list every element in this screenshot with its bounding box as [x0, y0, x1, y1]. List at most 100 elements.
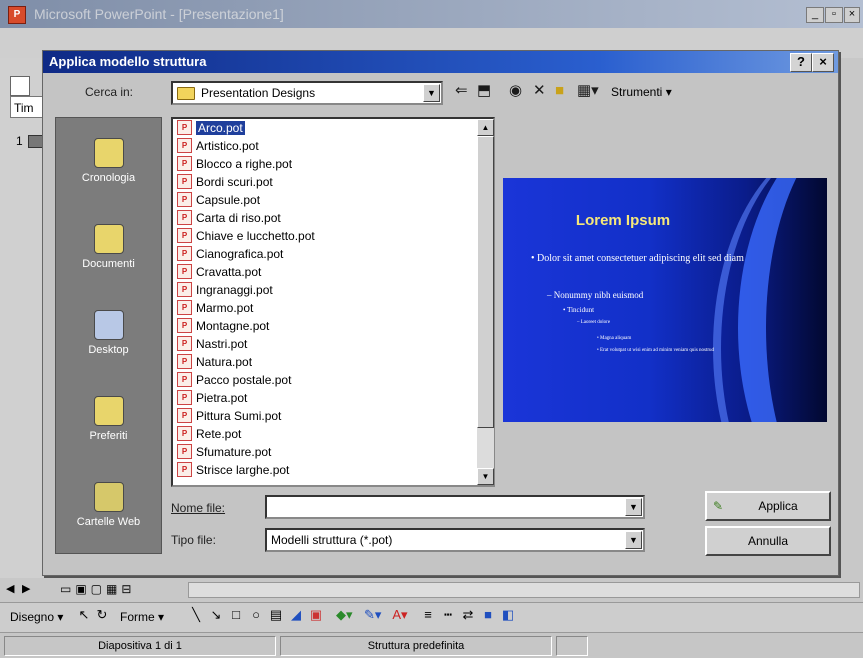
- select-arrow-icon[interactable]: ↖: [76, 607, 92, 623]
- list-item[interactable]: P Natura.pot: [177, 353, 252, 371]
- dialog-title: Applica modello struttura: [49, 54, 207, 69]
- place-documents[interactable]: Documenti: [56, 224, 161, 270]
- app-close-icon[interactable]: ×: [844, 7, 860, 23]
- places-bar: Cronologia Documenti Desktop Preferiti C…: [55, 117, 162, 554]
- line-color-icon[interactable]: ✎▾: [364, 607, 381, 623]
- filename-input[interactable]: ▼: [265, 495, 645, 519]
- scroll-down-icon[interactable]: ▼: [477, 468, 494, 485]
- web-folders-icon: [93, 482, 124, 512]
- chevron-down-icon[interactable]: ▼: [423, 84, 440, 102]
- design-name: Struttura predefinita: [280, 636, 552, 656]
- drawing-toolbar: Disegno ▾ ↖ ↻ Forme ▾ ╲ ↘ □ ○ ▤ ◢ ▣ ◆▾ ✎…: [0, 602, 863, 633]
- tools-menu[interactable]: Strumenti ▾: [611, 85, 672, 99]
- list-item[interactable]: P Ingranaggi.pot: [177, 281, 273, 299]
- list-item[interactable]: P Strisce larghe.pot: [177, 461, 289, 479]
- file-list[interactable]: P Arco.pot P Artistico.pot P Blocco a righe…: [171, 117, 495, 487]
- list-item[interactable]: P Chiave e lucchetto.pot: [177, 227, 315, 245]
- arrow-style-icon[interactable]: ⇄: [460, 607, 476, 623]
- list-item[interactable]: P Cianografica.pot: [177, 245, 283, 263]
- fill-color-icon[interactable]: ◆▾: [336, 607, 353, 623]
- new-folder-icon[interactable]: ■: [555, 81, 564, 101]
- clipart-icon[interactable]: ▣: [308, 607, 324, 623]
- file-list-scrollbar[interactable]: ▲ ▼: [477, 119, 494, 485]
- list-item[interactable]: P Rete.pot: [177, 425, 241, 443]
- pot-file-icon: P: [177, 246, 192, 262]
- oval-icon[interactable]: ○: [248, 607, 264, 623]
- place-history[interactable]: Cronologia: [56, 138, 161, 184]
- pot-file-icon: P: [177, 462, 192, 478]
- status-bar: Diapositiva 1 di 1 Struttura predefinita: [0, 632, 863, 658]
- list-item[interactable]: P Artistico.pot: [177, 137, 259, 155]
- new-doc-icon[interactable]: [10, 76, 30, 96]
- list-item[interactable]: P Pietra.pot: [177, 389, 247, 407]
- status-cell: [556, 636, 588, 656]
- restore-icon[interactable]: ▫: [825, 7, 843, 23]
- place-label: Cartelle Web: [76, 516, 141, 528]
- app-title-bar: P Microsoft PowerPoint - [Presentazione1…: [0, 0, 863, 28]
- dialog-close-button[interactable]: ×: [812, 53, 834, 72]
- delete-icon[interactable]: ✕: [533, 81, 546, 101]
- back-arrow-icon[interactable]: ⇐: [455, 81, 468, 101]
- pot-file-icon: P: [177, 354, 192, 370]
- view-buttons-icon[interactable]: ▭▣▢▦⊟: [60, 582, 135, 596]
- pot-file-icon: P: [177, 408, 192, 424]
- list-item[interactable]: P Pittura Sumi.pot: [177, 407, 281, 425]
- up-folder-icon[interactable]: ⬒: [477, 81, 491, 101]
- scroll-up-icon[interactable]: ▲: [477, 119, 494, 136]
- place-web-folders[interactable]: Cartelle Web: [56, 482, 161, 528]
- slide-counter: Diapositiva 1 di 1: [4, 636, 276, 656]
- filetype-select[interactable]: Modelli struttura (*.pot) ▼: [265, 528, 645, 552]
- wordart-icon[interactable]: ◢: [288, 607, 304, 623]
- pot-file-icon: P: [177, 318, 192, 334]
- place-label: Preferiti: [89, 430, 128, 442]
- list-item[interactable]: P Arco.pot: [177, 119, 245, 137]
- font-color-icon[interactable]: A▾: [392, 607, 408, 623]
- rectangle-icon[interactable]: □: [228, 607, 244, 623]
- look-in-label: Cerca in:: [85, 85, 134, 99]
- list-item[interactable]: P Blocco a righe.pot: [177, 155, 292, 173]
- look-in-select[interactable]: Presentation Designs ▼: [171, 81, 443, 105]
- documents-folder-icon: [93, 224, 124, 254]
- filetype-label: Tipo file:: [171, 533, 216, 547]
- pot-file-icon: P: [177, 336, 192, 352]
- preview-bullet: – Laoreet dolore: [577, 320, 611, 325]
- search-web-icon[interactable]: ◉: [509, 81, 522, 101]
- views-icon[interactable]: ▦▾: [577, 81, 599, 101]
- help-button[interactable]: ?: [790, 53, 812, 72]
- preview-bullet: – Nonummy nibh euismod: [547, 290, 644, 300]
- place-favorites[interactable]: Preferiti: [56, 396, 161, 442]
- cancel-button[interactable]: Annulla: [705, 526, 831, 556]
- 3d-icon[interactable]: ◧: [500, 607, 516, 623]
- arrow-icon[interactable]: ↘: [208, 607, 224, 623]
- list-item[interactable]: P Cravatta.pot: [177, 263, 261, 281]
- powerpoint-icon: P: [8, 6, 26, 24]
- rotate-icon[interactable]: ↻: [94, 607, 110, 623]
- shadow-icon[interactable]: ■: [480, 607, 496, 623]
- scroll-thumb[interactable]: [477, 136, 494, 428]
- scroll-right-icon[interactable]: ▶: [22, 582, 30, 595]
- dash-style-icon[interactable]: ┅: [440, 607, 456, 623]
- minimize-icon[interactable]: _: [806, 7, 824, 23]
- chevron-down-icon[interactable]: ▼: [625, 498, 642, 516]
- list-item[interactable]: P Pacco postale.pot: [177, 371, 291, 389]
- place-label: Documenti: [82, 258, 135, 270]
- place-desktop[interactable]: Desktop: [56, 310, 161, 356]
- apply-button[interactable]: ✎ Applica: [705, 491, 831, 521]
- preview-bullet: • Erat volutpat ut wisi enim ad minim ve…: [597, 348, 715, 353]
- list-item[interactable]: P Bordi scuri.pot: [177, 173, 273, 191]
- textbox-icon[interactable]: ▤: [268, 607, 284, 623]
- line-style-icon[interactable]: ≡: [420, 607, 436, 623]
- list-item[interactable]: P Carta di riso.pot: [177, 209, 281, 227]
- scroll-left-icon[interactable]: ◀: [6, 582, 14, 595]
- horizontal-scrollbar[interactable]: [188, 582, 860, 598]
- chevron-down-icon[interactable]: ▼: [625, 531, 642, 549]
- list-item[interactable]: P Sfumature.pot: [177, 443, 271, 461]
- apply-label: Applica: [758, 499, 798, 513]
- draw-menu[interactable]: Disegno ▾: [10, 610, 63, 624]
- shapes-menu[interactable]: Forme ▾: [120, 610, 164, 624]
- list-item[interactable]: P Marmo.pot: [177, 299, 253, 317]
- line-icon[interactable]: ╲: [188, 607, 204, 623]
- list-item[interactable]: P Nastri.pot: [177, 335, 247, 353]
- list-item[interactable]: P Capsule.pot: [177, 191, 260, 209]
- list-item[interactable]: P Montagne.pot: [177, 317, 269, 335]
